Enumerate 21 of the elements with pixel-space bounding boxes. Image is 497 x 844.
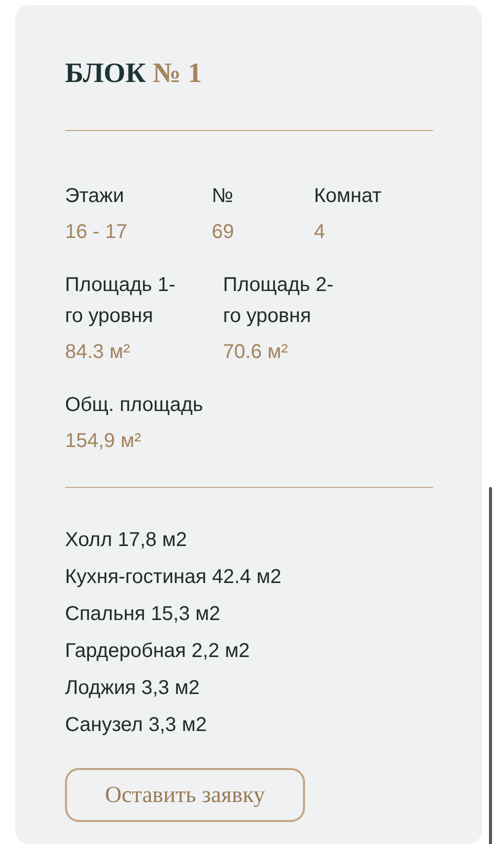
- room-item: Гардеробная 2,2 м2: [65, 639, 251, 664]
- total-area-value: 154,9 м²: [65, 429, 142, 454]
- request-button[interactable]: Оставить заявку: [65, 768, 305, 822]
- stat-label: №: [212, 184, 234, 209]
- total-area-label: Общ. площадь: [65, 393, 204, 418]
- scroll-bar[interactable]: [489, 487, 492, 844]
- area-label: Площадь 1-го уровня: [65, 273, 176, 329]
- room-item: Лоджия 3,3 м2: [65, 676, 201, 701]
- room-item: Спальня 15,3 м2: [65, 602, 222, 627]
- room-item: Кухня-гостиная 42.4 м2: [65, 565, 282, 590]
- stat-value: 4: [314, 220, 326, 245]
- area-value: 70.6 м²: [223, 340, 289, 365]
- stat-value: 16 - 17: [65, 220, 128, 245]
- room-item: Холл 17,8 м2: [65, 528, 188, 553]
- area-value: 84.3 м²: [65, 340, 131, 365]
- area-label: Площадь 2-го уровня: [223, 273, 334, 329]
- stat-label: Комнат: [314, 184, 382, 209]
- stat-label: Этажи: [65, 184, 125, 209]
- stat-value: 69: [212, 220, 236, 245]
- room-item: Санузел 3,3 м2: [65, 713, 208, 738]
- block-title: БЛОК № 1: [65, 57, 203, 91]
